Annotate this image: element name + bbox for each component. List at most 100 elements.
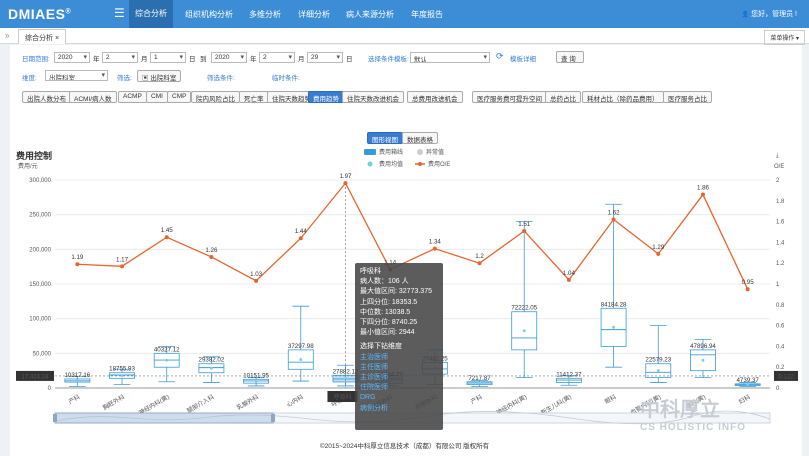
- nav-org-analysis[interactable]: 组织机构分析: [185, 9, 233, 20]
- footer-copyright: ©2015~2024中科厚立信息技术（成都）有限公司 版权所有: [319, 443, 490, 450]
- tooltip-max: 最大值区间: 32773.375: [360, 288, 432, 296]
- oe-point: [75, 262, 80, 267]
- mean-dot: [567, 378, 571, 382]
- oe-point: [164, 235, 169, 240]
- oe-label: 1.51: [518, 221, 531, 228]
- legend-oe-dot: [418, 162, 422, 166]
- mean-dot: [656, 369, 660, 373]
- oe-point: [432, 246, 437, 251]
- drilldown-tooltip: 呼吸科 病人数：106 人 最大值区间: 32773.375 上四分位: 183…: [355, 263, 443, 430]
- y-right-tick: 0.2: [776, 365, 785, 371]
- x-tick: 产科: [67, 393, 81, 406]
- median-label: 84184.28: [601, 301, 627, 308]
- oe-label: 1.62: [608, 210, 621, 217]
- drill-resident[interactable]: 住院医师: [360, 383, 438, 393]
- y-left-tick: 250,000: [29, 213, 51, 219]
- drill-main[interactable]: 主诊医师: [360, 373, 438, 383]
- nav-detail[interactable]: 详细分析: [298, 9, 330, 20]
- x-tick: 腿部介入科: [185, 393, 215, 415]
- download-icon: ⤓: [776, 152, 779, 159]
- nav-patient-source[interactable]: 病人来源分析: [346, 9, 394, 20]
- y-left-tick: 300,000: [29, 178, 51, 184]
- mean-dot: [120, 374, 124, 377]
- tab-overview[interactable]: 综合分析 ×: [18, 29, 67, 44]
- mean-dot: [75, 379, 79, 382]
- oe-label: 1.45: [161, 227, 174, 234]
- menu-ops-button[interactable]: 菜单操作 ▾: [764, 30, 805, 45]
- mean-dot: [612, 325, 615, 329]
- median-label: 47896.94: [690, 343, 716, 350]
- app-logo[interactable]: DMIAES®: [8, 6, 71, 22]
- y-left-tick: 150,000: [29, 282, 51, 288]
- x-tick: 胸胚外科: [101, 393, 126, 412]
- oe-label: 1.17: [116, 256, 129, 263]
- right-axis-unit: O/E: [774, 164, 784, 170]
- tooltip-dept: 呼吸科: [360, 268, 381, 275]
- legend-oe-label: 费用O/E: [428, 160, 450, 168]
- drill-chief[interactable]: 主任医师: [360, 363, 438, 373]
- legend-mean-label: 费用均值: [379, 160, 403, 168]
- y-right-tick: 0.6: [776, 324, 785, 330]
- drill-drg[interactable]: DRG: [360, 393, 438, 403]
- left-axis-unit: 费用/元: [18, 162, 38, 170]
- right-marker: 0.122: [778, 374, 794, 380]
- tooltip-q1: 下四分位: 8740.25: [360, 319, 418, 327]
- mean-dot: [210, 366, 213, 370]
- expand-icon[interactable]: »: [5, 31, 9, 40]
- x-hover-label: 呼吸科: [333, 393, 351, 401]
- oe-label: 1.86: [697, 185, 710, 192]
- zoom-slider-window: [54, 412, 274, 424]
- oe-label: 1.34: [429, 239, 442, 246]
- user-icon: 👤: [741, 12, 750, 18]
- nav-annual-report[interactable]: 年度报告: [411, 9, 443, 20]
- oe-point: [477, 261, 482, 266]
- legend-outlier-swatch: [417, 149, 423, 155]
- oe-point: [254, 278, 259, 283]
- median-label: 37297.98: [288, 343, 314, 350]
- nav-overview[interactable]: 综合分析: [129, 0, 173, 28]
- mean-dot: [165, 358, 169, 362]
- tab-bar: » 综合分析 × 菜单操作 ▾: [0, 28, 809, 45]
- tooltip-choose: 选择下钻维度: [360, 343, 402, 351]
- legend-mean-swatch: [367, 161, 373, 167]
- user-greeting[interactable]: 👤 您好，管理员 !: [742, 9, 797, 19]
- zoom-handle-left: [53, 414, 57, 422]
- mean-dot: [478, 381, 481, 385]
- nav-multidim[interactable]: 多维分析: [249, 9, 281, 20]
- oe-point: [120, 264, 125, 269]
- oe-label: 0.95: [742, 279, 755, 286]
- y-right-tick: 1.6: [776, 220, 785, 226]
- median-label: 22579.23: [645, 357, 671, 364]
- median-label: 40327.12: [154, 346, 180, 353]
- x-tick: 心内科: [285, 393, 305, 409]
- median-label: 72222.05: [511, 305, 537, 312]
- y-right-tick: 1.2: [776, 261, 785, 267]
- oe-point: [522, 228, 527, 233]
- oe-point: [745, 287, 750, 292]
- oe-label: 1.03: [250, 271, 263, 278]
- legend-box-swatch: [364, 149, 376, 155]
- y-left-tick: 50,000: [33, 351, 52, 357]
- y-right-tick: 1.4: [776, 240, 785, 246]
- y-right-tick: 0.8: [776, 303, 785, 309]
- drill-attending[interactable]: 主治医师: [360, 353, 438, 363]
- median-label: 10317.16: [64, 372, 90, 379]
- oe-point: [700, 192, 705, 197]
- median-label: 18755.93: [109, 366, 135, 373]
- y-left-tick: 0: [48, 386, 52, 392]
- oe-point: [298, 236, 303, 241]
- x-tick: 产科: [469, 393, 483, 406]
- tooltip-q3: 上四分位: 18353.5: [360, 298, 418, 306]
- mean-dot: [522, 329, 526, 333]
- y-left-tick: 100,000: [29, 317, 51, 323]
- tooltip-median: 中位数: 13038.5: [360, 308, 411, 316]
- oe-label: 1.04: [563, 270, 576, 277]
- oe-label: 1.97: [339, 173, 352, 180]
- y-right-tick: 1.8: [776, 199, 785, 205]
- hamburger-menu-icon[interactable]: ☰: [114, 6, 125, 20]
- watermark-logo: 中科厚立 CS HOLISTIC INFO: [640, 399, 746, 433]
- zoom-handle-right: [271, 414, 275, 422]
- drill-case[interactable]: 病例分析: [360, 404, 438, 414]
- oe-label: 1.26: [205, 247, 218, 254]
- oe-point: [209, 254, 214, 259]
